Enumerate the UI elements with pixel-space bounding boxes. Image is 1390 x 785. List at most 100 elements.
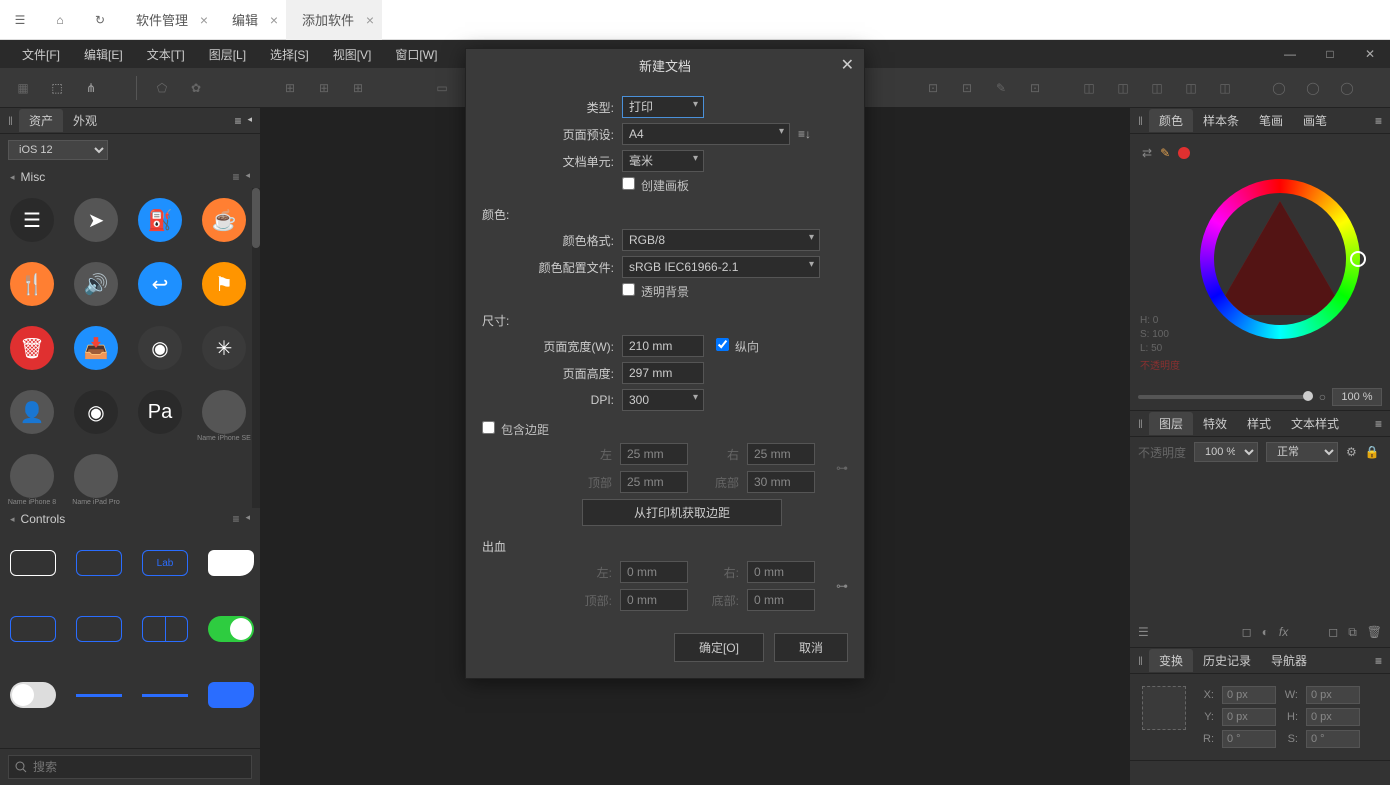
- layer-opacity[interactable]: 100 %: [1194, 442, 1258, 462]
- control-slider-2[interactable]: [136, 666, 194, 724]
- control-timer[interactable]: ⟳: [202, 732, 260, 748]
- tab-appearance[interactable]: 外观: [63, 109, 107, 132]
- control-field-blue[interactable]: [70, 534, 128, 592]
- fx-icon[interactable]: fx: [1279, 625, 1288, 640]
- menu-file[interactable]: 文件[F]: [10, 40, 72, 68]
- link-icon[interactable]: ⊶: [836, 461, 848, 475]
- asset-trash[interactable]: 🗑: [4, 320, 60, 376]
- asset-spinner[interactable]: ✳: [196, 320, 252, 376]
- op-1[interactable]: ◫: [1074, 73, 1104, 103]
- shape-pentagon-icon[interactable]: ⬠: [147, 73, 177, 103]
- color-wheel[interactable]: ⇄ ✎ H: 0 S: 100 L: 50 不透明度: [1130, 134, 1390, 384]
- opacity-input[interactable]: [1332, 388, 1382, 406]
- color-profile-select[interactable]: sRGB IEC61966-2.1: [622, 256, 820, 278]
- hue-handle[interactable]: [1350, 251, 1366, 267]
- close-icon[interactable]: ×: [270, 12, 278, 28]
- browser-tab-0[interactable]: 软件管理×: [120, 0, 216, 40]
- control-shape-blue[interactable]: [202, 666, 260, 724]
- align-a[interactable]: ▭: [427, 73, 457, 103]
- bleed-bottom-input[interactable]: [747, 589, 815, 611]
- include-margins-check[interactable]: 包含边距: [482, 421, 549, 438]
- color-format-select[interactable]: RGB/8: [622, 229, 820, 251]
- bleed-left-input[interactable]: [620, 561, 688, 583]
- transform-h[interactable]: [1306, 708, 1360, 726]
- snap-d[interactable]: ⊡: [1020, 73, 1050, 103]
- asset-location[interactable]: ➤: [68, 192, 124, 248]
- control-field[interactable]: [4, 534, 62, 592]
- control-shape-white[interactable]: [202, 534, 260, 592]
- new-icon[interactable]: ◻: [1328, 625, 1338, 640]
- create-artboard-check[interactable]: 创建画板: [622, 177, 689, 194]
- browser-tab-1[interactable]: 编辑×: [216, 0, 286, 40]
- margin-right-input[interactable]: [747, 443, 815, 465]
- op-2[interactable]: ◫: [1108, 73, 1138, 103]
- asset-sound[interactable]: 🔊: [68, 256, 124, 312]
- menu-edit[interactable]: 编辑[E]: [72, 40, 135, 68]
- control-label[interactable]: Lab: [136, 534, 194, 592]
- layer-blend[interactable]: 正常: [1266, 442, 1338, 462]
- panel-chevron-icon[interactable]: ◂: [247, 114, 252, 128]
- panel-menu-icon[interactable]: ≡: [234, 114, 241, 128]
- snap-a[interactable]: ⊡: [918, 73, 948, 103]
- menu-window[interactable]: 窗口[W]: [383, 40, 449, 68]
- close-icon[interactable]: ×: [200, 12, 208, 28]
- swap-color-icon[interactable]: ⇄: [1142, 146, 1152, 160]
- tool-a[interactable]: ▦: [8, 73, 38, 103]
- section-controls[interactable]: Controls ≡◂: [0, 508, 260, 530]
- menu-text[interactable]: 文本[T]: [135, 40, 197, 68]
- minimize-icon[interactable]: —: [1270, 40, 1310, 68]
- transform-s[interactable]: [1306, 730, 1360, 748]
- margin-bottom-input[interactable]: [747, 471, 815, 493]
- asset-fingerprint[interactable]: ◉: [132, 320, 188, 376]
- tab-color[interactable]: 颜色: [1149, 109, 1193, 132]
- lock-icon[interactable]: 🔒: [1365, 445, 1380, 459]
- op-4[interactable]: ◫: [1176, 73, 1206, 103]
- bleed-top-input[interactable]: [620, 589, 688, 611]
- layers-icon[interactable]: ☰: [1138, 625, 1149, 639]
- asset-flag[interactable]: ⚑: [196, 256, 252, 312]
- op-5[interactable]: ◫: [1210, 73, 1240, 103]
- asset-iphone-8[interactable]: Name iPhone 8: [4, 448, 60, 504]
- asset-reply[interactable]: ↩: [132, 256, 188, 312]
- panel-menu-icon[interactable]: ≡: [1375, 654, 1382, 668]
- tab-brush[interactable]: 画笔: [1293, 109, 1337, 132]
- height-input[interactable]: [622, 362, 704, 384]
- transform-y[interactable]: [1222, 708, 1276, 726]
- eyedropper-icon[interactable]: ✎: [1160, 146, 1170, 160]
- browser-tab-2[interactable]: 添加软件×: [286, 0, 382, 40]
- control-stepper[interactable]: [136, 600, 194, 658]
- preset-menu-icon[interactable]: ≡↓: [798, 127, 811, 141]
- get-printer-margins-button[interactable]: 从打印机获取边距: [582, 499, 782, 526]
- section-misc[interactable]: Misc ≡◂: [0, 166, 260, 188]
- margin-left-input[interactable]: [620, 443, 688, 465]
- close-icon[interactable]: ×: [366, 12, 374, 28]
- transparent-bg-check[interactable]: 透明背景: [622, 283, 689, 300]
- asset-iphone-se[interactable]: Name iPhone SE: [196, 384, 252, 440]
- grid-a[interactable]: ⊞: [275, 73, 305, 103]
- adjust-icon[interactable]: ◐: [1262, 625, 1269, 640]
- grid-c[interactable]: ⊞: [343, 73, 373, 103]
- menu-layer[interactable]: 图层[L]: [197, 40, 258, 68]
- bleed-right-input[interactable]: [747, 561, 815, 583]
- asset-food[interactable]: 🍴: [4, 256, 60, 312]
- control-camera[interactable]: 📷: [70, 732, 128, 748]
- close-icon[interactable]: ✕: [1350, 40, 1390, 68]
- transform-x[interactable]: [1222, 686, 1276, 704]
- control-calc[interactable]: ▦: [136, 732, 194, 748]
- section-menu-icon[interactable]: ≡: [232, 170, 239, 184]
- tab-styles[interactable]: 样式: [1237, 412, 1281, 435]
- tab-history[interactable]: 历史记录: [1193, 649, 1261, 672]
- dpi-select[interactable]: 300: [622, 389, 704, 411]
- control-switch-on[interactable]: [202, 600, 260, 658]
- width-input[interactable]: [622, 335, 704, 357]
- type-select[interactable]: 打印: [622, 96, 704, 118]
- search-input[interactable]: [8, 755, 252, 779]
- op-3[interactable]: ◫: [1142, 73, 1172, 103]
- preset-select[interactable]: iOS 12: [8, 140, 108, 160]
- control-field-3[interactable]: [70, 600, 128, 658]
- link-icon[interactable]: ⊶: [836, 579, 848, 593]
- cancel-button[interactable]: 取消: [774, 633, 848, 662]
- unit-select[interactable]: 毫米: [622, 150, 704, 172]
- bool-3[interactable]: ◯: [1332, 73, 1362, 103]
- tool-share-icon[interactable]: ⋔: [76, 73, 106, 103]
